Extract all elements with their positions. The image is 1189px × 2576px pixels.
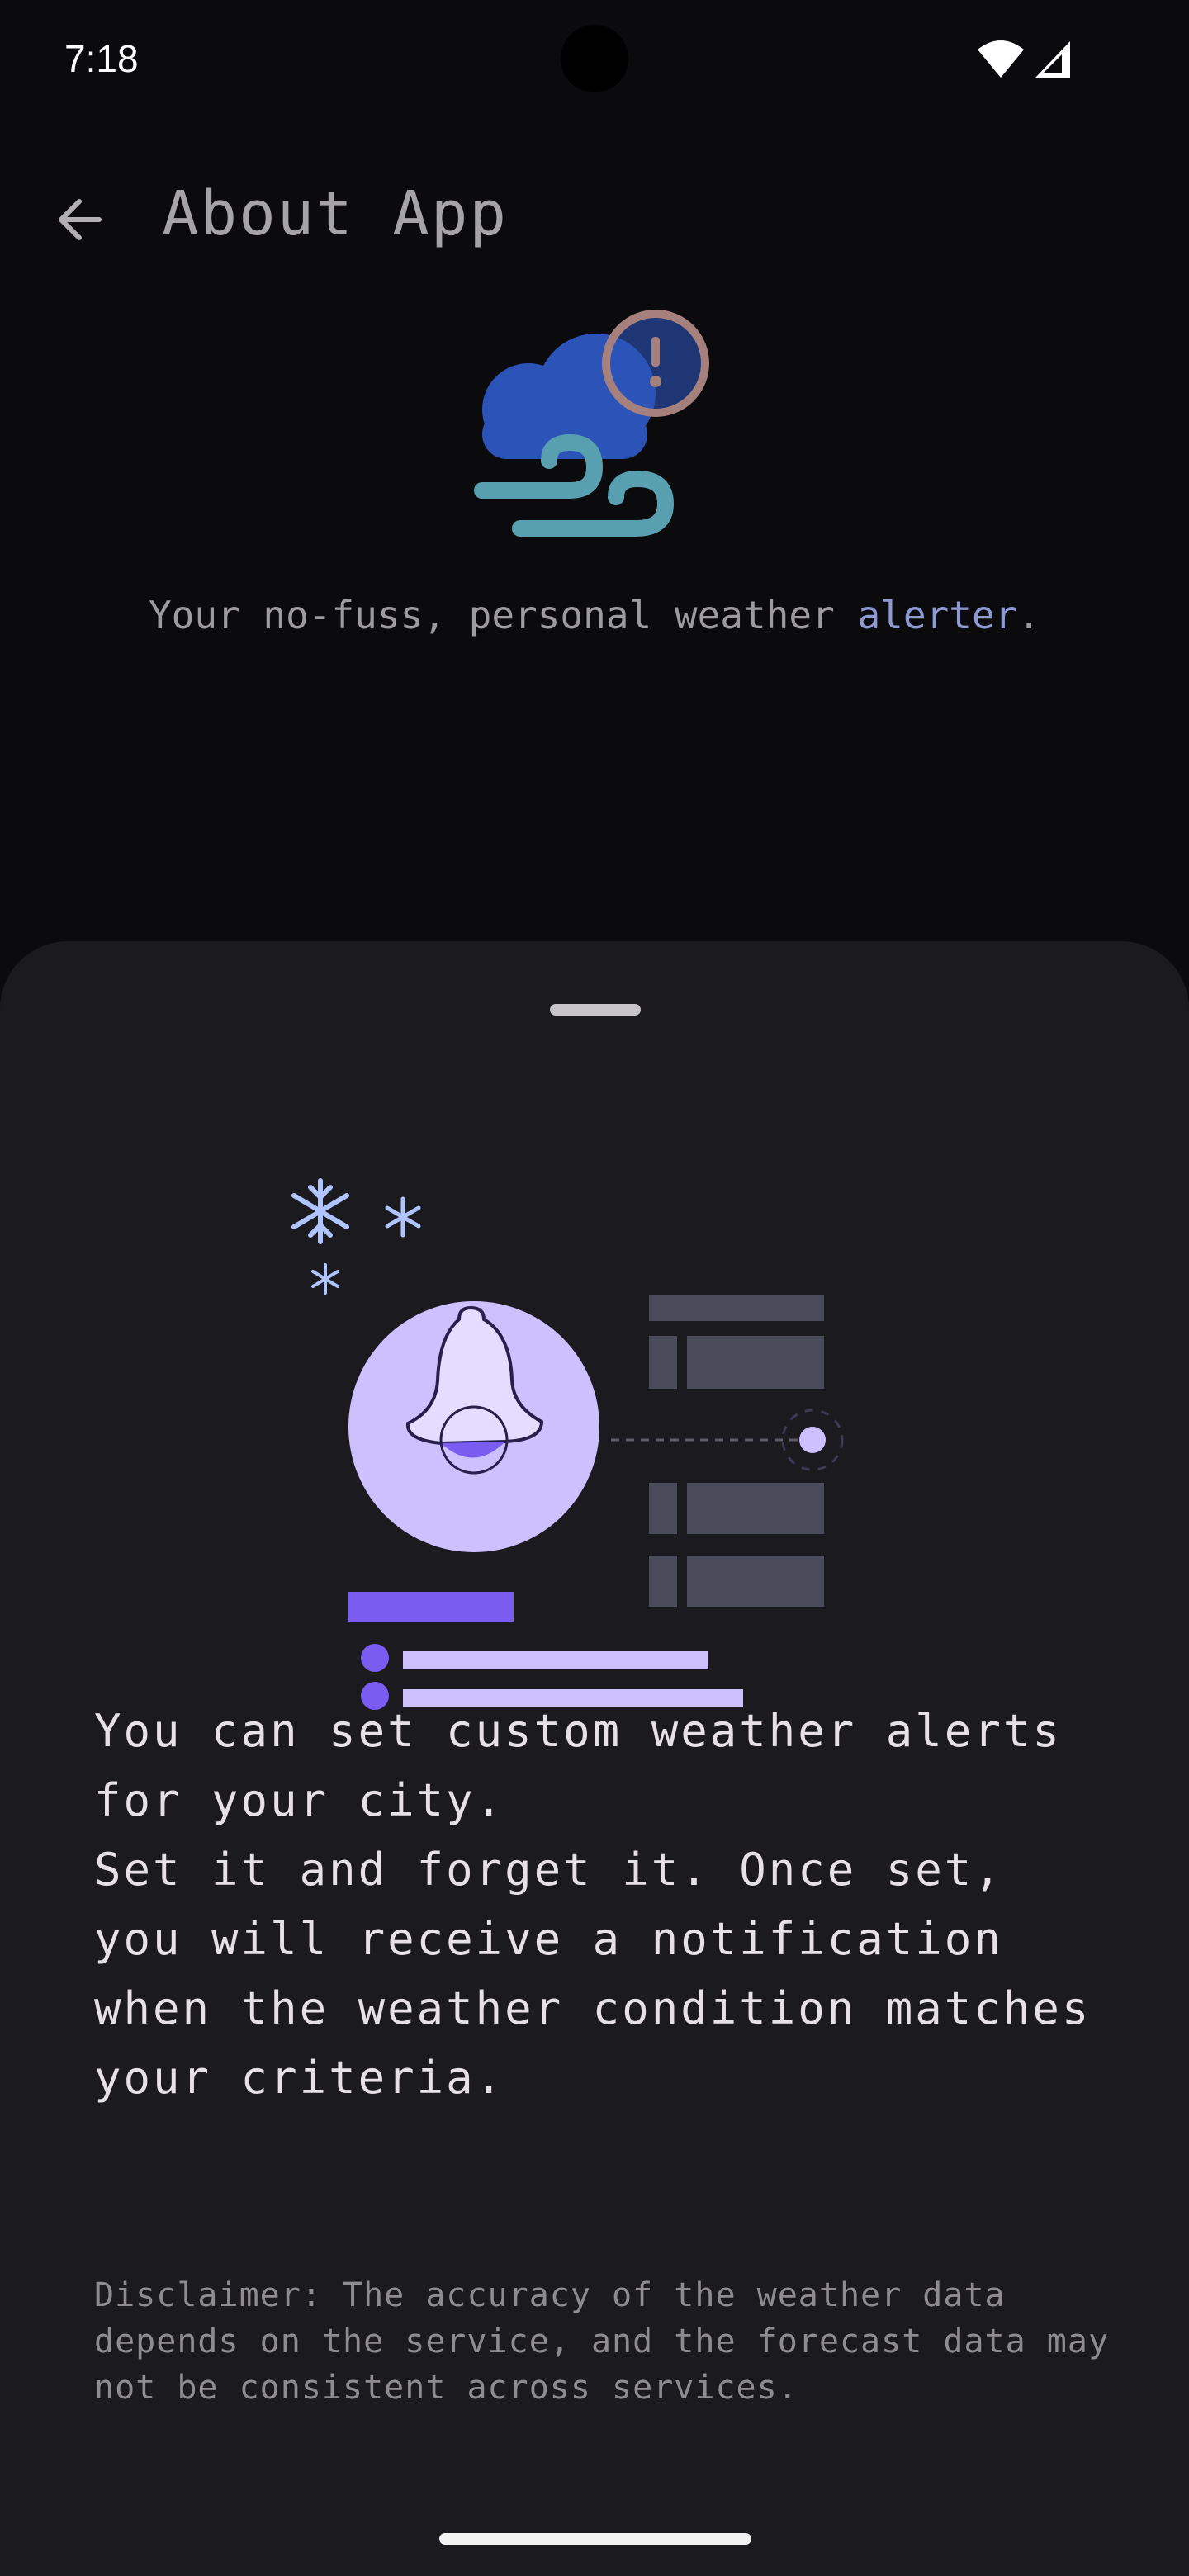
snowflake-icon — [291, 1178, 349, 1244]
wifi-icon — [978, 40, 1024, 78]
page-title: About App — [162, 178, 508, 249]
tagline-prefix: Your no-fuss, personal weather — [148, 593, 858, 637]
bottom-sheet: You can set custom weather alerts for yo… — [0, 941, 1189, 2576]
description-paragraph-2: Set it and forget it. Once set, you will… — [94, 1844, 1092, 2104]
weather-alert-notification-illustration — [291, 1178, 844, 1710]
weather-alert-logo-icon — [474, 310, 709, 537]
snowflake-icon — [385, 1196, 421, 1238]
tagline-accent: alerter — [857, 593, 1018, 637]
back-button[interactable] — [33, 173, 126, 266]
snowflake-icon — [311, 1263, 339, 1295]
camera-cutout — [561, 25, 628, 92]
status-bar: 7:18 — [0, 0, 1189, 124]
drag-handle[interactable] — [550, 1004, 641, 1016]
status-time: 7:18 — [64, 37, 139, 80]
tagline-suffix: . — [1017, 593, 1041, 637]
cellular-signal-icon — [1035, 41, 1070, 78]
list-blocks — [649, 1295, 824, 1607]
home-indicator[interactable] — [439, 2533, 751, 2545]
tagline: Your no-fuss, personal weather alerter. — [0, 593, 1189, 637]
app-bar: About App — [0, 157, 1189, 272]
disclaimer-text: Disclaimer: The accuracy of the weather … — [94, 2276, 1110, 2407]
arrow-back-icon — [59, 199, 102, 240]
description-paragraph-1: You can set custom weather alerts for yo… — [94, 1705, 1062, 1826]
